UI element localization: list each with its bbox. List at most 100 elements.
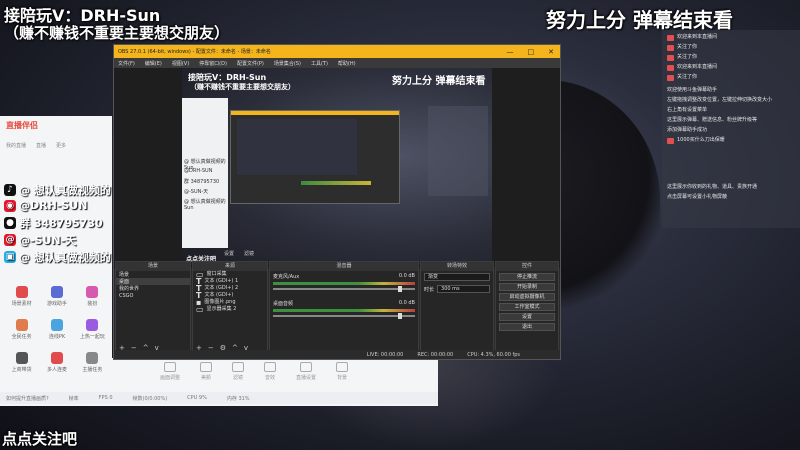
feature-icon	[50, 319, 63, 331]
feature-label: 多人连麦	[46, 367, 67, 373]
menu-docks[interactable]: 停靠窗口(D)	[199, 60, 227, 67]
rec-time: REC: 00:00:00	[417, 351, 454, 358]
fan-badge-icon	[667, 34, 674, 41]
preview-canvas: @ 想认真做视频的 Sun @DRH-SUN 群 348795730 @-SUN…	[182, 68, 492, 264]
feature-item[interactable]: 主播任务	[75, 352, 110, 373]
maximize-icon[interactable]: □	[528, 48, 535, 56]
studio-mode-button[interactable]: 工作室模式	[499, 303, 555, 311]
source-item[interactable]: T 文本 (GDI+)	[193, 292, 267, 300]
source-item[interactable]: T 文本 (GDI+) 2	[193, 285, 267, 293]
volume-slider[interactable]	[273, 313, 415, 319]
app-tab[interactable]: 我的直播	[6, 142, 26, 149]
status-item: 帧数(0/0.00%)	[132, 396, 168, 402]
toolbar-item[interactable]: 音效	[264, 362, 277, 381]
status-help-link[interactable]: 如何提升直播画质?	[6, 395, 49, 402]
source-label: 图像图片.png	[204, 299, 236, 305]
feature-label: 游戏助手	[46, 301, 67, 307]
social-text: @-SUN-天	[19, 234, 77, 247]
toolbar-item[interactable]: 画面调整	[160, 362, 180, 381]
preview-app-panel: @ 想认真做视频的 Sun @DRH-SUN 群 348795730 @-SUN…	[182, 98, 228, 248]
transition-type-row: 渐变	[421, 271, 493, 283]
menu-file[interactable]: 文件(F)	[118, 60, 135, 67]
nested-titlebar	[231, 111, 399, 115]
feature-item[interactable]: 上热一起玩	[75, 319, 110, 340]
menu-help[interactable]: 帮助(H)	[338, 60, 356, 67]
app-status-bar: 如何提升直播画质? 帧率 FPS 0 帧数(0/0.00%) CPU 9% 内存…	[0, 392, 438, 404]
source-label: 窗口采集	[206, 271, 227, 277]
feature-item[interactable]: 装扮	[75, 286, 110, 307]
toolbar-label: 音效	[265, 375, 276, 381]
toolbar-item[interactable]: 滤镜	[232, 362, 245, 381]
toolbar-item[interactable]: 直播设置	[296, 362, 316, 381]
social-line: @ @-SUN-天	[4, 232, 76, 248]
menu-profile[interactable]: 配置文件(P)	[237, 60, 264, 67]
obs-preview[interactable]: @ 想认真做视频的 Sun @DRH-SUN 群 348795730 @-SUN…	[114, 68, 560, 268]
feature-item[interactable]: 多人连麦	[39, 352, 74, 373]
feature-icon	[50, 286, 63, 298]
feature-item[interactable]: 全民任务	[4, 319, 39, 340]
scene-item[interactable]: 桌面	[116, 278, 190, 285]
toolbar-label: 直播设置	[296, 375, 317, 381]
volume-meter	[273, 282, 415, 285]
scene-item[interactable]: CSGO	[116, 292, 190, 299]
obs-titlebar[interactable]: OBS 27.0.1 (64-bit, windows) - 配置文件：未命名 …	[114, 45, 560, 58]
duration-input[interactable]: 300 ms	[437, 285, 490, 293]
source-item[interactable]: ▭ 显示器采集 2	[193, 306, 267, 314]
chat-message: 右上角有设置菜单	[667, 107, 795, 114]
status-item: 帧率	[68, 396, 79, 402]
source-label: 文本 (GDI+) 2	[204, 285, 239, 291]
virtual-camera-button[interactable]: 启动虚拟摄像机	[499, 293, 555, 301]
dock-header: 控件	[496, 262, 558, 271]
window-controls: — □ ✕	[507, 48, 561, 56]
transition-select[interactable]: 渐变	[424, 273, 490, 281]
toolbar-icon	[300, 362, 313, 372]
chat-message: 点击屏幕可设置小礼物屏蔽	[667, 194, 795, 201]
source-item[interactable]: T 文本 (GDI+) 1	[193, 278, 267, 286]
app-tab[interactable]: 更多	[56, 142, 66, 149]
scene-item[interactable]: 场景	[116, 271, 190, 278]
overlay-subtitle: （赚不赚钱不重要主要想交朋友）	[4, 24, 230, 42]
channel-db: 0.0 dB	[398, 300, 415, 306]
source-item[interactable]: ▭ 窗口采集	[193, 271, 267, 279]
feature-icon	[15, 319, 28, 331]
scene-item[interactable]: 我的世界	[116, 285, 190, 292]
toolbar-icon	[336, 362, 349, 372]
stop-streaming-button[interactable]: 停止推流	[499, 273, 555, 281]
preview-right: 努力上分 弹幕结束看	[392, 76, 486, 87]
filters-button[interactable]: 滤镜	[244, 250, 254, 257]
feature-item[interactable]: 游戏助手	[39, 286, 74, 307]
settings-button[interactable]: 设置	[224, 250, 234, 257]
settings-button[interactable]: 设置	[499, 313, 555, 321]
toolbar-icon	[264, 362, 277, 372]
close-icon[interactable]: ✕	[548, 48, 554, 56]
bilibili-icon: ▣	[4, 251, 16, 263]
feature-item[interactable]: 连线PK	[39, 319, 74, 340]
feature-item[interactable]: 上商带货	[4, 352, 39, 373]
menu-view[interactable]: 视图(V)	[172, 60, 189, 67]
feature-item[interactable]: 场景素材	[4, 286, 39, 307]
chat-text: 点击屏幕可设置小礼物屏蔽	[667, 194, 728, 200]
app-tab[interactable]: 直播	[36, 142, 46, 149]
feature-label: 全民任务	[11, 334, 32, 340]
menu-tools[interactable]: 工具(T)	[311, 60, 328, 67]
menu-scene-collection[interactable]: 场景集合(S)	[274, 60, 301, 67]
dock-header: 转场特效	[421, 262, 493, 271]
exit-button[interactable]: 退出	[499, 323, 555, 331]
toolbar-item[interactable]: 美颜	[200, 362, 213, 381]
minimize-icon[interactable]: —	[507, 48, 514, 56]
menu-edit[interactable]: 编辑(E)	[145, 60, 162, 67]
app-tabs: 我的直播 直播 更多	[6, 142, 66, 149]
toolbar-item[interactable]: 背景	[336, 362, 349, 381]
channel-name: 麦克风/Aux	[273, 274, 300, 280]
chat-text: 欢迎使用斗鱼弹幕助手	[667, 87, 718, 93]
chat-message: 左键拖拽调整改变位置，左键拉伸切换改变大小	[667, 97, 795, 104]
volume-slider[interactable]	[273, 286, 415, 292]
start-recording-button[interactable]: 开始录制	[499, 283, 555, 291]
chat-message: 关注了你	[667, 54, 795, 61]
source-label: 显示器采集 2	[206, 306, 237, 312]
toolbar-label: 画面调整	[160, 375, 181, 381]
feature-icon	[86, 286, 99, 298]
source-item[interactable]: ▪ 图像图片.png	[193, 299, 267, 307]
chat-text: 关注了你	[677, 54, 698, 60]
dock-header: 场景	[116, 262, 190, 271]
